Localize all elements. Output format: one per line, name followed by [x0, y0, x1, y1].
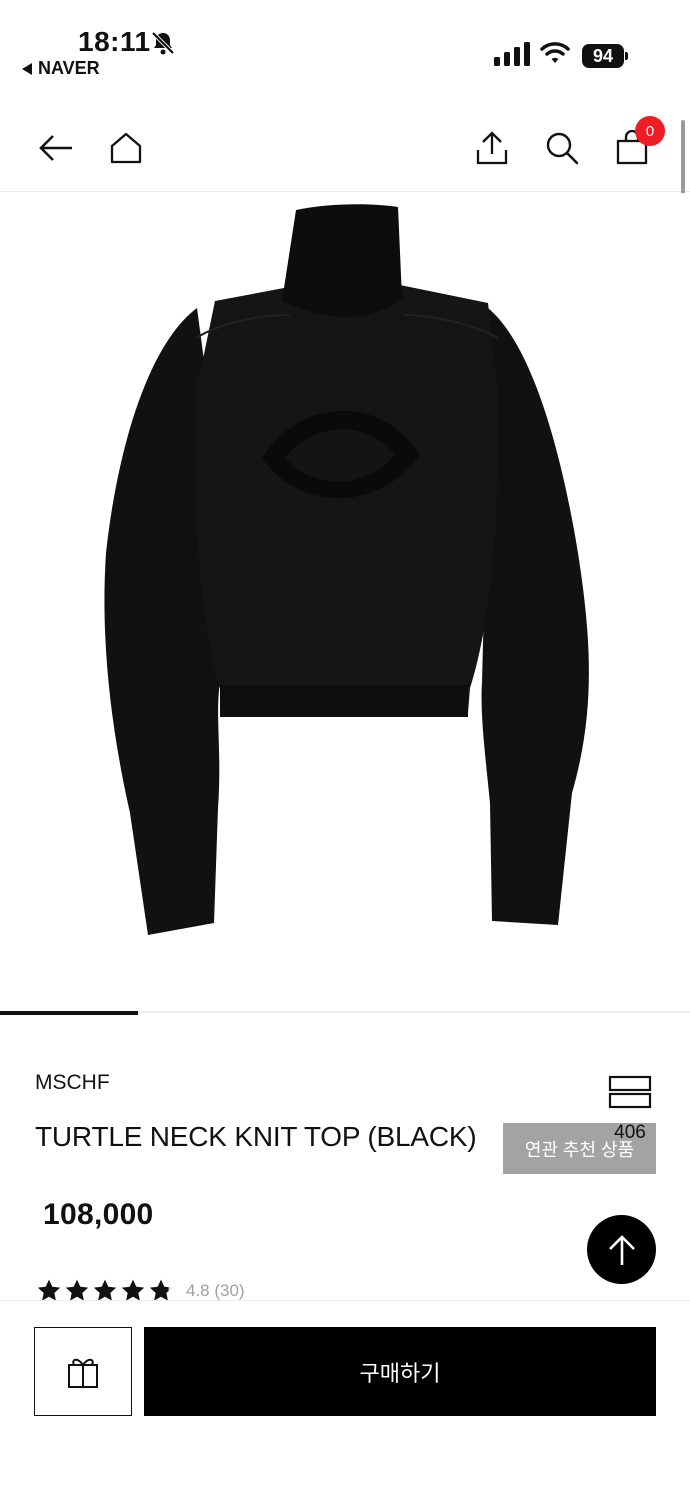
status-time: 18:11: [78, 26, 151, 57]
brand-name[interactable]: MSCHF: [35, 1071, 110, 1095]
back-triangle-icon: [22, 62, 32, 75]
back-app-label: NAVER: [38, 58, 100, 78]
home-button[interactable]: [104, 126, 148, 170]
share-button[interactable]: [470, 126, 514, 170]
search-button[interactable]: [540, 126, 584, 170]
wishlist-count: 406: [614, 1122, 646, 1143]
product-title: TURTLE NECK KNIT TOP (BLACK): [35, 1121, 477, 1152]
back-button[interactable]: [34, 126, 78, 170]
battery-cap: [625, 52, 628, 60]
arrow-up-icon: [608, 1234, 635, 1265]
back-to-app[interactable]: NAVER: [22, 58, 100, 79]
gift-button[interactable]: [34, 1327, 132, 1416]
share-icon: [476, 131, 508, 165]
gift-icon: [68, 1358, 98, 1388]
rating-summary: 4.8 (30): [186, 1281, 245, 1300]
top-navigation: [0, 100, 690, 192]
wishlist-icon[interactable]: [608, 1075, 652, 1109]
buy-button[interactable]: 구매하기: [144, 1327, 656, 1416]
status-bar: 18:11 NAVER 94: [0, 0, 690, 100]
arrow-left-icon: [39, 135, 72, 161]
product-price: 108,000: [43, 1198, 154, 1231]
search-icon: [546, 132, 579, 165]
bell-slash-icon: [151, 31, 175, 55]
cellular-signal-icon: [494, 42, 530, 66]
wifi-icon: [540, 42, 570, 63]
battery-indicator: 94: [582, 44, 628, 68]
turtleneck-sweater-image: [104, 204, 589, 935]
cart-count-badge: 0: [635, 116, 665, 146]
home-icon: [110, 132, 142, 164]
product-image[interactable]: 연관 추천 상품: [0, 193, 690, 1174]
battery-level: 94: [582, 44, 624, 68]
scroll-to-top-button[interactable]: [587, 1215, 656, 1284]
gallery-progress-indicator: [0, 1011, 138, 1015]
